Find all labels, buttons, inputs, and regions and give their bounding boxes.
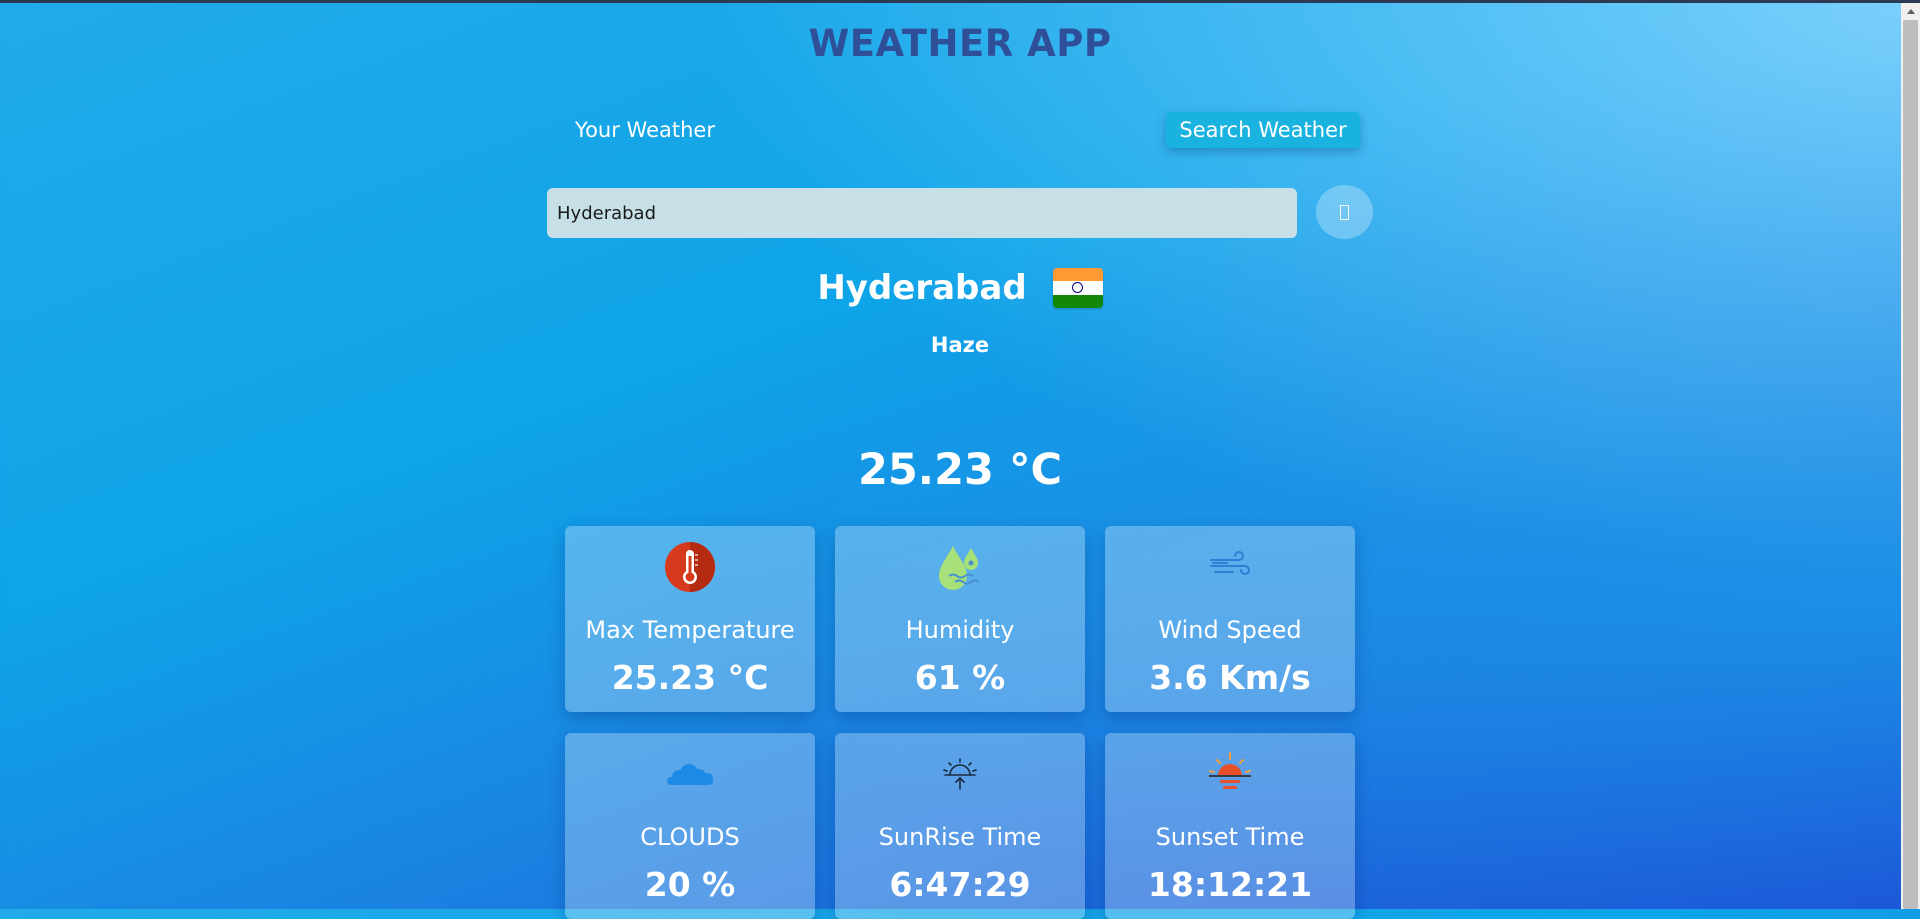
window-top-border — [0, 0, 1920, 3]
tab-your-weather[interactable]: Your Weather — [560, 112, 730, 148]
search-icon — [1340, 204, 1349, 220]
search-button[interactable] — [1316, 185, 1373, 239]
card-label: Max Temperature — [585, 616, 795, 644]
tab-search-weather[interactable]: Search Weather — [1166, 112, 1360, 148]
card-sunset-time: Sunset Time 18:12:21 — [1105, 733, 1355, 919]
card-label: Humidity — [905, 616, 1015, 644]
card-wind-speed: Wind Speed 3.6 Km/s — [1105, 526, 1355, 712]
card-value: 25.23 °C — [611, 658, 769, 697]
card-label: CLOUDS — [640, 823, 740, 851]
sunrise-icon — [943, 758, 977, 790]
india-flag-icon — [1052, 268, 1103, 308]
card-sunrise-time: SunRise Time 6:47:29 — [835, 733, 1085, 919]
city-name: Hyderabad — [817, 268, 1027, 308]
card-label: SunRise Time — [878, 823, 1042, 851]
card-clouds: CLOUDS 20 % — [565, 733, 815, 919]
card-value: 18:12:21 — [1147, 865, 1313, 904]
vertical-scrollbar[interactable] — [1901, 3, 1920, 909]
humidity-icon — [939, 546, 980, 590]
scroll-up-arrow-icon[interactable] — [1901, 3, 1920, 20]
scrollbar-thumb[interactable] — [1903, 20, 1918, 909]
wind-icon — [1210, 551, 1250, 575]
weather-condition: Haze — [930, 333, 990, 357]
card-value: 3.6 Km/s — [1149, 658, 1311, 697]
location-row: Hyderabad — [0, 268, 1920, 308]
card-label: Wind Speed — [1158, 616, 1302, 644]
card-value: 61 % — [914, 658, 1006, 697]
search-input[interactable] — [547, 188, 1297, 238]
card-value: 20 % — [644, 865, 736, 904]
card-humidity: Humidity 61 % — [835, 526, 1085, 712]
card-max-temperature: Max Temperature 25.23 °C — [565, 526, 815, 712]
app-title: WEATHER APP — [808, 22, 1112, 65]
current-temperature: 25.23 °C — [857, 445, 1063, 495]
thermometer-icon — [665, 542, 715, 592]
card-label: Sunset Time — [1155, 823, 1305, 851]
card-value: 6:47:29 — [889, 865, 1031, 904]
sunset-icon — [1209, 752, 1251, 789]
cloud-icon — [667, 764, 713, 785]
